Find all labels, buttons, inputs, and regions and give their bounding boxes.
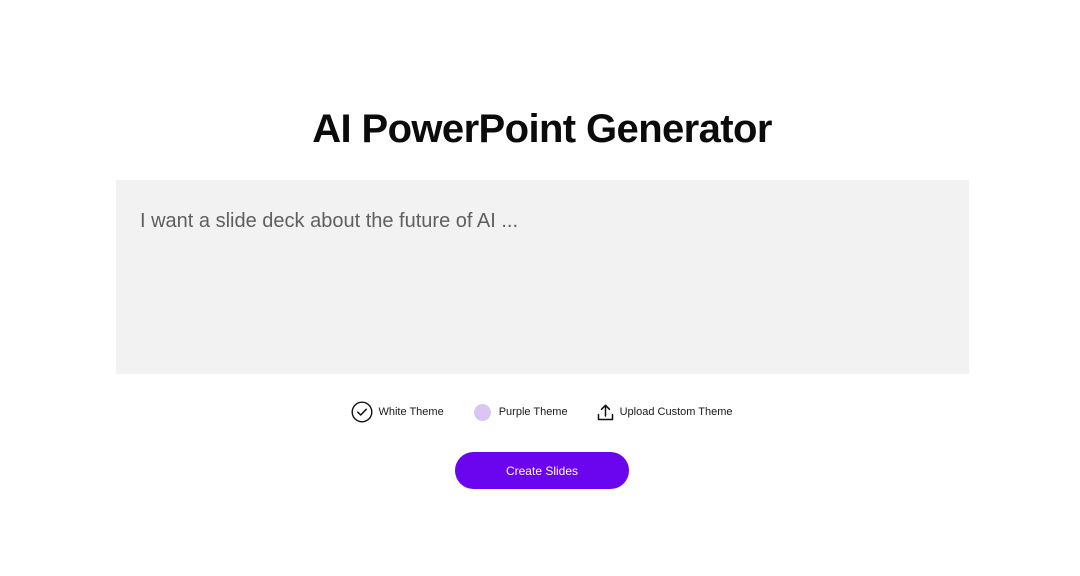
upload-custom-theme-label: Upload Custom Theme [619, 406, 733, 418]
theme-selector: White Theme Purple Theme Upload Custom T… [0, 401, 1080, 423]
white-theme-label: White Theme [378, 406, 444, 418]
purple-theme-option[interactable]: Purple Theme [472, 403, 568, 421]
purple-swatch-icon [473, 403, 491, 421]
create-slides-button[interactable]: Create Slides [455, 452, 629, 489]
upload-icon [596, 403, 615, 422]
purple-theme-label: Purple Theme [498, 406, 568, 418]
page-title: AI PowerPoint Generator [312, 107, 772, 151]
upload-custom-theme-option[interactable]: Upload Custom Theme [596, 403, 733, 422]
page: AI PowerPoint Generator White Theme Purp… [0, 0, 1080, 576]
check-circle-icon [351, 401, 373, 423]
prompt-input[interactable] [116, 180, 969, 374]
white-theme-option[interactable]: White Theme [351, 401, 444, 423]
